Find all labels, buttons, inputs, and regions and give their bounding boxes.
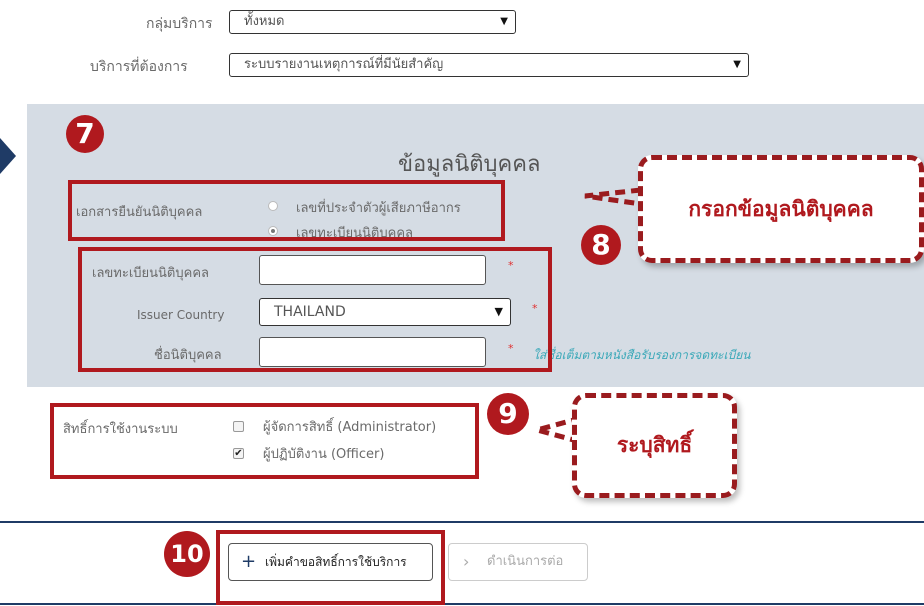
callout-rights: ระบุสิทธิ์ [572,393,737,498]
service-group-value: ทั้งหมด [244,14,285,29]
name-hint: ใส่ชื่อเต็มตามหนังสือรับรองการจดทะเบียน [533,348,751,362]
service-needed-value: ระบบรายงานเหตุการณ์ที่มีนัยสำคัญ [244,57,444,72]
highlight-entity-fields [78,247,552,372]
service-needed-label: บริการที่ต้องการ [90,59,188,75]
step-9-marker: 9 [487,393,529,435]
chevron-down-icon: ▼ [733,59,741,70]
step-10-marker: 10 [164,531,210,577]
highlight-add-button [216,530,445,605]
service-needed-select[interactable]: ระบบรายงานเหตุการณ์ที่มีนัยสำคัญ ▼ [229,53,749,77]
section-title: ข้อมูลนิติบุคคล [398,152,541,177]
callout-fill-info: กรอกข้อมูลนิติบุคคล [638,155,924,263]
highlight-rights [50,403,479,479]
service-group-label: กลุ่มบริการ [146,16,213,32]
next-button[interactable]: › ดำเนินการต่อ [448,543,588,581]
chevron-right-icon: › [463,552,470,571]
next-label: ดำเนินการต่อ [487,554,564,569]
divider [0,603,924,605]
step-8-marker: 8 [581,225,621,265]
divider [0,521,924,523]
step-7-marker: 7 [66,115,104,153]
chevron-down-icon: ▼ [500,16,508,27]
service-group-select[interactable]: ทั้งหมด ▼ [229,10,516,34]
left-arrow-icon [0,138,16,174]
highlight-doc-type [68,180,505,241]
callout-pointer [584,187,642,207]
